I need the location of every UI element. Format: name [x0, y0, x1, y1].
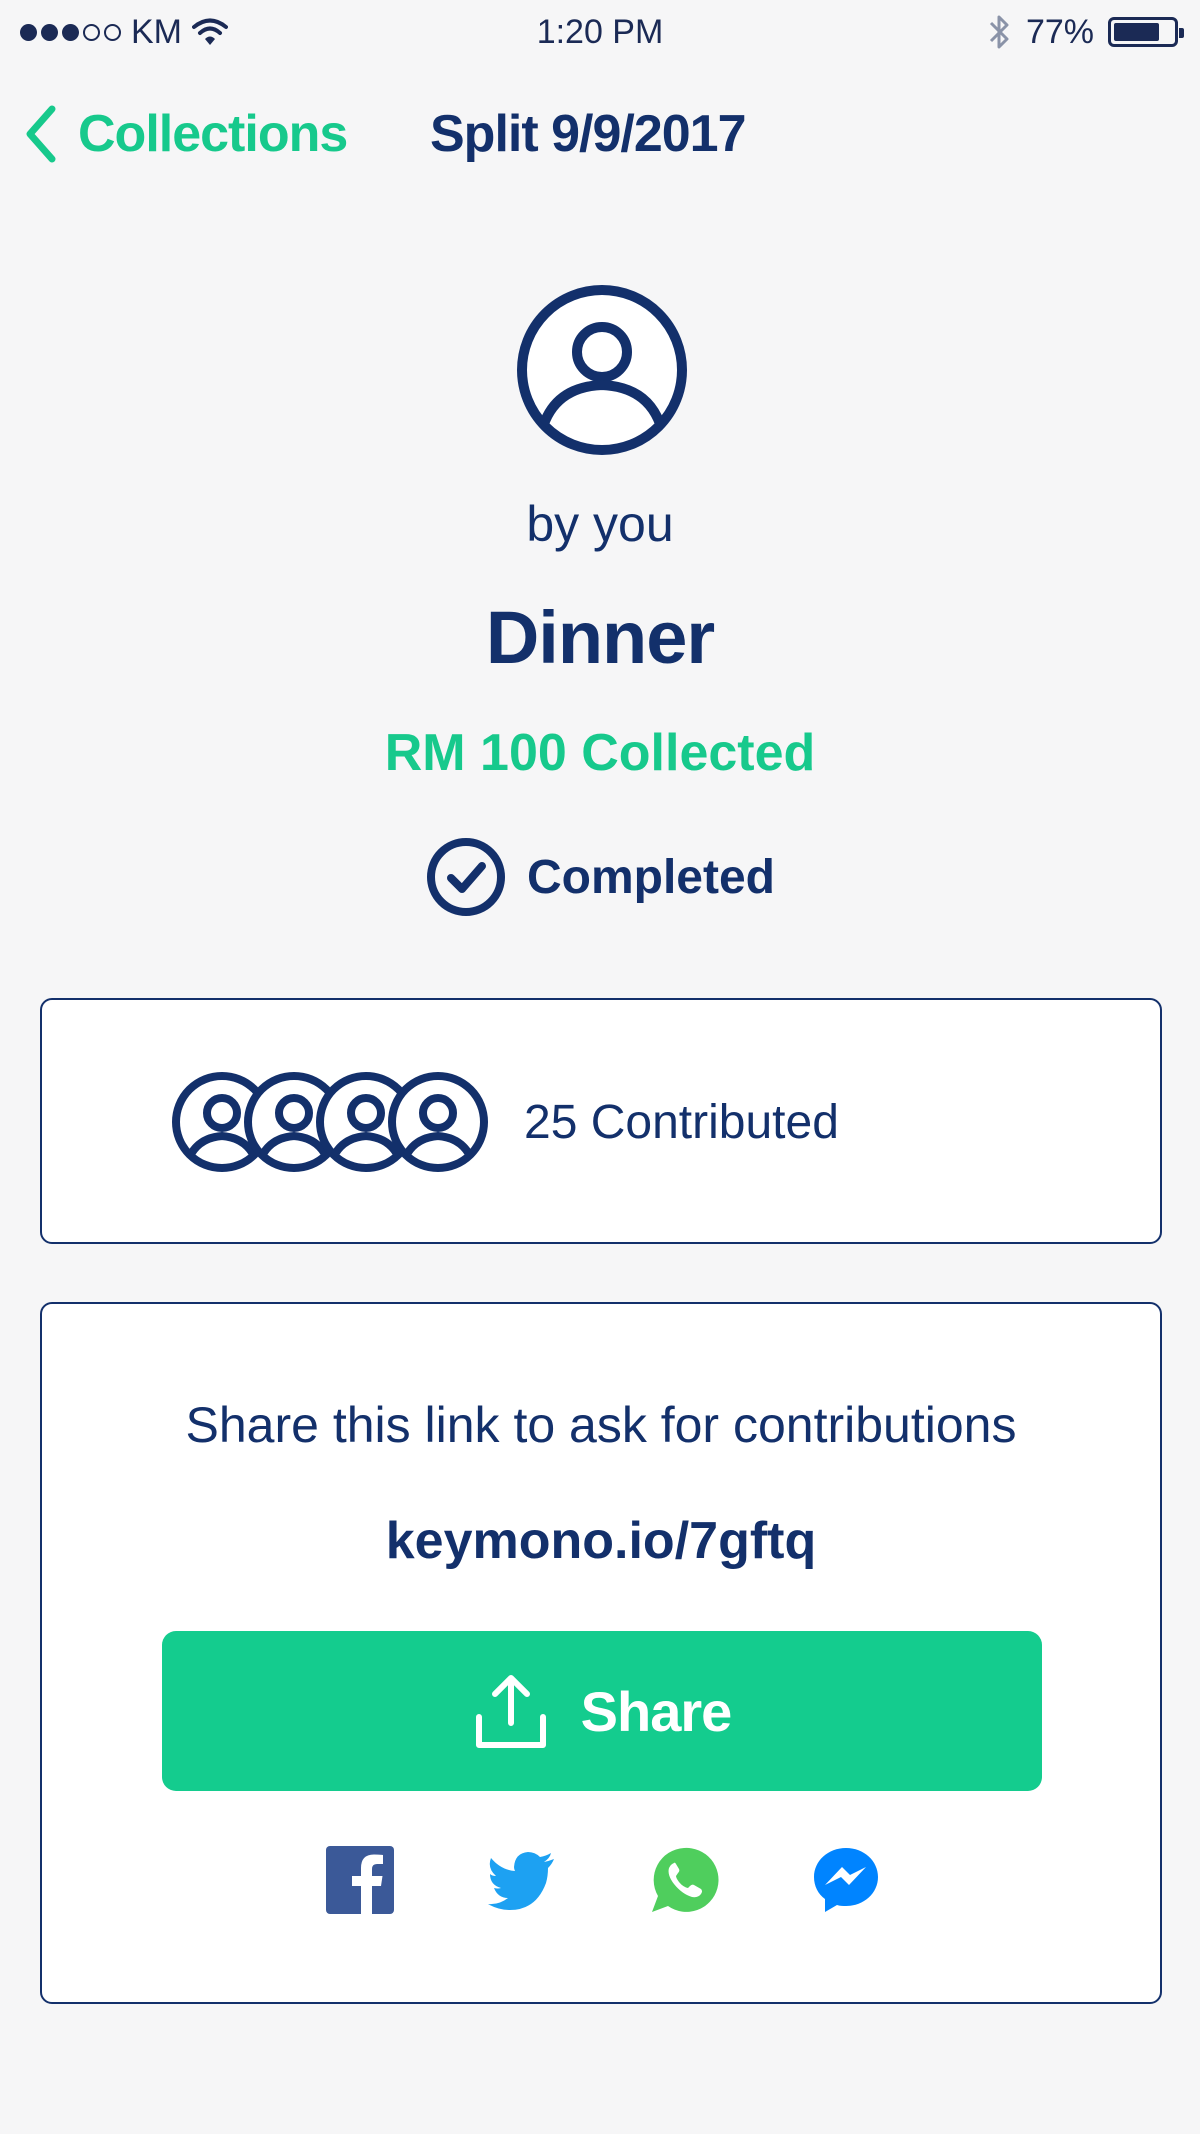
messenger-icon[interactable] — [810, 1844, 882, 1916]
battery-icon — [1108, 17, 1184, 47]
share-link[interactable]: keymono.io/7gftq — [42, 1511, 1160, 1571]
contributors-avatars-icon — [172, 1072, 488, 1172]
chevron-left-icon — [26, 105, 56, 163]
upload-share-icon — [475, 1675, 546, 1748]
status-indicator: Completed — [0, 836, 1200, 918]
status-bar-right: 77% — [988, 10, 1184, 54]
twitter-icon[interactable] — [486, 1844, 558, 1916]
share-card: Share this link to ask for contributions… — [40, 1302, 1162, 2004]
back-button-label: Collections — [78, 105, 348, 163]
check-circle-icon — [426, 838, 505, 916]
bluetooth-icon — [989, 15, 1009, 49]
page-title: Split 9/9/2017 — [430, 105, 747, 163]
creator-byline: by you — [526, 496, 674, 552]
avatar-icon — [517, 285, 687, 455]
whatsapp-icon[interactable] — [648, 1844, 720, 1916]
share-button-label: Share — [580, 1679, 733, 1743]
status-label: Completed — [526, 850, 775, 904]
share-prompt: Share this link to ask for contributions — [185, 1397, 1017, 1453]
contributed-count: 25 Contributed — [524, 1096, 839, 1149]
collected-amount: RM 100 Collected — [384, 724, 816, 782]
facebook-icon[interactable] — [324, 1844, 396, 1916]
back-button[interactable]: Collections — [24, 98, 348, 170]
share-button[interactable]: Share — [162, 1631, 1042, 1791]
social-share-row — [42, 1844, 1160, 1916]
collection-title: Dinner — [485, 596, 715, 679]
battery-level — [1114, 23, 1159, 41]
battery-percent: 77% — [1025, 12, 1094, 51]
contributors-card[interactable]: 25 Contributed — [40, 998, 1162, 1244]
